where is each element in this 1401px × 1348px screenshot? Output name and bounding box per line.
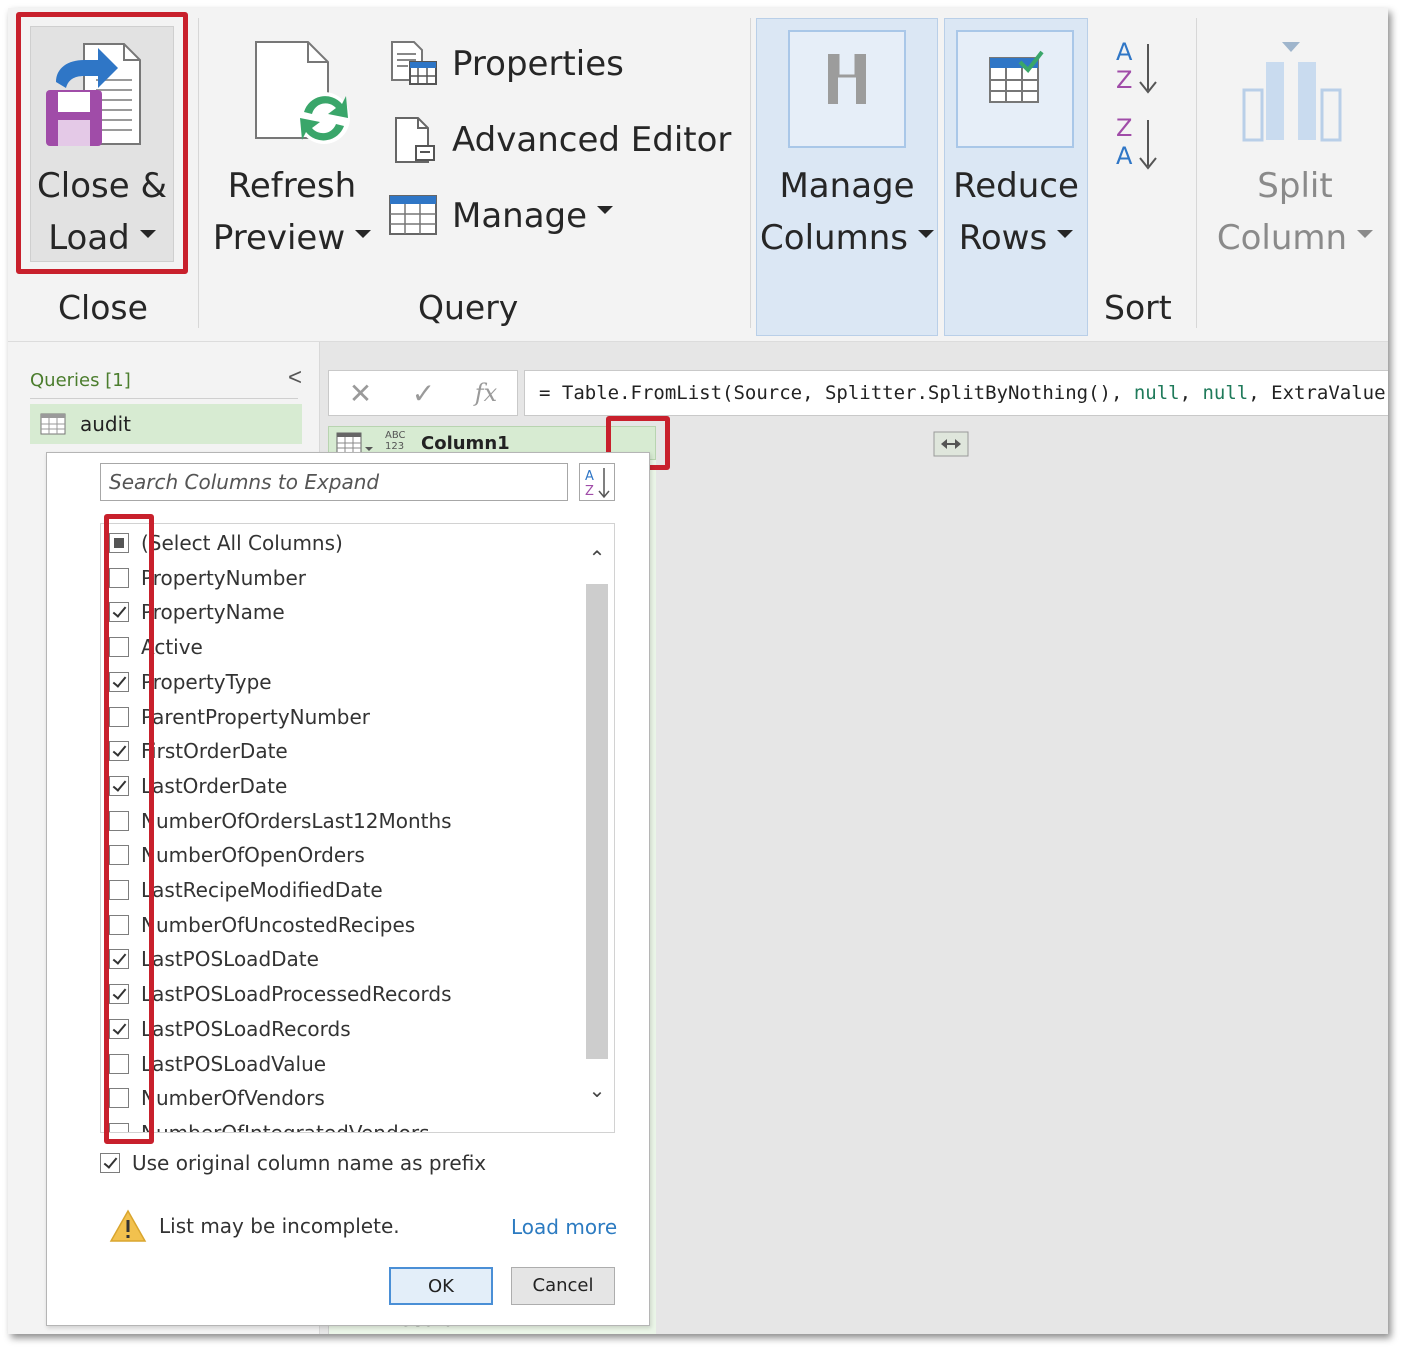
properties-button[interactable]: Properties [388,40,624,88]
chevron-down-icon [1057,229,1074,238]
columns-list[interactable]: NumberOfIntegratedVendors NumberOfVendors… [100,523,615,1133]
manage-columns-icon [828,54,866,104]
sort-ascending-button[interactable]: A Z [1112,38,1164,96]
group-separator [198,18,199,328]
svg-text:Z: Z [1116,114,1132,142]
split-column-label: Split Column [1210,160,1380,264]
advanced-editor-button[interactable]: Advanced Editor [388,116,731,164]
column-option-label: NumberOfUncostedRecipes [141,912,416,937]
warning-row: List may be incomplete. [109,1209,400,1243]
search-columns-input[interactable]: Search Columns to Expand [100,463,568,501]
chevron-down-icon [597,206,614,214]
collapse-pane-icon[interactable]: < [288,364,302,392]
svg-text:A: A [585,469,594,484]
checkbox-column-highlight [104,514,154,1144]
svg-text:Z: Z [1116,66,1132,94]
column-option-label: PropertyNumber [141,565,306,590]
formula-text: = Table.FromList(Source, Splitter.SplitB… [539,382,1134,404]
power-query-window: Close & Load Close Refresh Preview Prope… [8,8,1388,1334]
table-icon [40,413,66,435]
column-option-label: (Select All Columns) [141,531,343,555]
type-badge[interactable]: ABC 123 [385,430,406,452]
sort-ascending-icon: AZ [585,468,610,499]
scroll-thumb[interactable] [586,584,608,1059]
chevron-down-icon [917,229,934,238]
ok-button[interactable]: OK [389,1267,493,1305]
column-option-label: PropertyType [141,669,272,694]
formula-keyword: null [1133,382,1180,404]
formula-bar[interactable]: = Table.FromList(Source, Splitter.SplitB… [524,370,1388,416]
properties-icon [388,40,440,88]
group-separator [1196,18,1197,328]
column-option[interactable]: NumberOfOrdersLast12Months [109,804,452,838]
sort-descending-icon: Z A [1116,114,1157,170]
svg-text:A: A [1116,38,1133,66]
column-option[interactable]: NumberOfUncostedRecipes [109,908,415,942]
prefix-label: Use original column name as prefix [132,1151,487,1175]
prefix-checkbox[interactable] [100,1153,120,1173]
warning-text: List may be incomplete. [159,1214,400,1238]
refresh-preview-label: Refresh Preview [212,160,372,264]
prefix-option[interactable]: Use original column name as prefix [100,1151,486,1175]
column-option-label: PropertyName [141,600,285,625]
manage-columns-label: Manage Columns [756,160,938,264]
column-option-label: NumberOfVendors [141,1086,325,1111]
formula-buttons: ✕ ✓ fx [328,370,518,416]
column-option[interactable]: LastPOSLoadProcessedRecords [109,977,452,1011]
warning-icon [109,1209,147,1242]
close-load-highlight [16,12,188,274]
chevron-down-icon [355,229,372,238]
scroll-up-icon[interactable]: ⌃ [586,548,608,570]
load-more-link[interactable]: Load more [511,1215,617,1239]
close-group-label: Close [58,288,148,327]
advanced-editor-icon [388,116,440,164]
column-option[interactable]: NumberOfIntegratedVendors [109,1116,430,1133]
expand-column-button[interactable] [933,431,969,457]
reduce-rows-icon [989,50,1044,103]
column-option-label: NumberOfIntegratedVendors [141,1120,430,1133]
svg-text:A: A [1116,142,1133,170]
reduce-rows-label: Reduce Rows [953,166,1079,258]
manage-button[interactable]: Manage [388,192,614,240]
svg-text:Z: Z [585,484,594,499]
reduce-rows-button[interactable] [956,30,1074,148]
refresh-icon [252,38,352,148]
scrollbar[interactable]: ⌃ ⌄ [584,524,610,1132]
query-group-label: Query [418,288,519,327]
confirm-formula-icon[interactable]: ✓ [412,377,435,410]
manage-columns-button[interactable] [788,30,906,148]
column-option-label: ParentPropertyNumber [141,704,370,729]
sort-group-label: Sort [1104,288,1172,327]
sort-ascending-icon: A Z [1116,38,1157,94]
query-item-audit[interactable]: audit [30,404,302,444]
formula-keyword: null [1202,382,1249,404]
column-option-label: FirstOrderDate [141,739,288,764]
divider [30,398,298,399]
chevron-down-icon [1357,229,1374,238]
sort-descending-button[interactable]: Z A [1112,114,1164,172]
column-option-label: LastPOSLoadProcessedRecords [141,982,452,1007]
expand-arrows-icon [933,431,969,457]
fx-icon[interactable]: fx [475,379,497,407]
ribbon: Close & Load Close Refresh Preview Prope… [8,8,1388,341]
scroll-down-icon[interactable]: ⌄ [586,1080,608,1102]
formula-text: , [1179,382,1203,404]
column-option-label: LastOrderDate [141,773,288,798]
column-option-label: LastPOSLoadDate [141,947,319,972]
table-icon [388,192,440,240]
column-option-label: NumberOfOrdersLast12Months [141,808,452,833]
column-option-label: LastPOSLoadValue [141,1051,327,1076]
column-option-label: NumberOfOpenOrders [141,843,365,868]
queries-header: Queries [1] [30,370,131,391]
split-column-icon [1238,38,1348,148]
cancel-button[interactable]: Cancel [511,1267,615,1305]
cancel-formula-icon[interactable]: ✕ [349,377,372,410]
column-option-label: LastPOSLoadRecords [141,1016,351,1041]
column-option-label: LastRecipeModifiedDate [141,878,383,902]
column-name: Column1 [421,433,510,454]
formula-text: , ExtraValue [1248,382,1386,404]
group-separator [750,18,751,328]
query-item-label: audit [80,412,132,436]
sort-columns-button[interactable]: AZ [579,463,615,501]
